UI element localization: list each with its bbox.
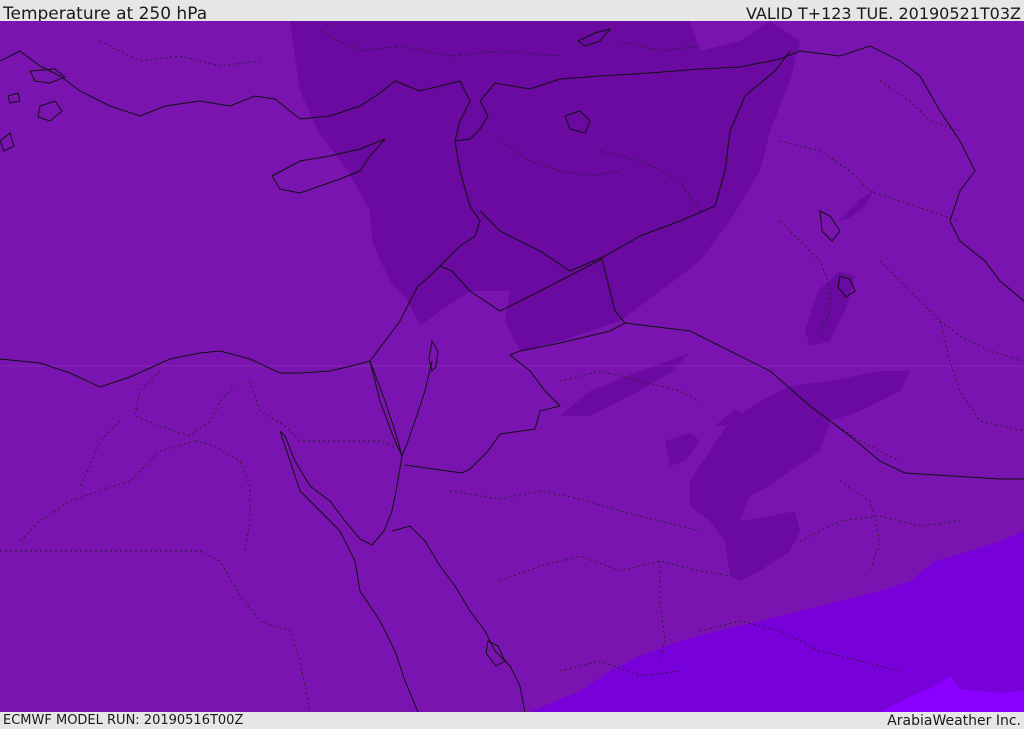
model-run-label: ECMWF MODEL RUN: 20190516T00Z xyxy=(3,713,244,728)
temperature-map[interactable] xyxy=(0,21,1024,712)
map-canvas[interactable] xyxy=(0,21,1024,712)
credit-label: ArabiaWeather Inc. xyxy=(887,713,1021,729)
weather-map-frame: Temperature at 250 hPa VALID T+123 TUE. … xyxy=(0,0,1024,729)
